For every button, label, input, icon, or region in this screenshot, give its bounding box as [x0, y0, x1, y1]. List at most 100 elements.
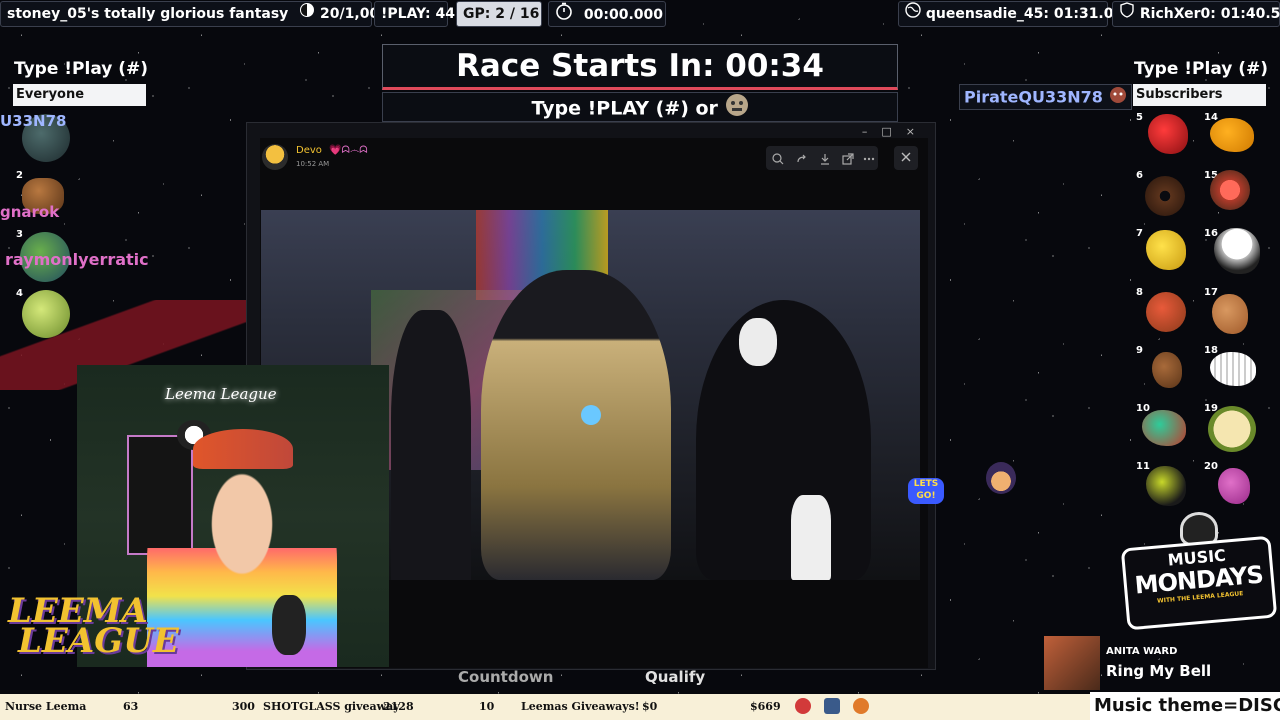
rank-number: 4: [16, 288, 23, 299]
ticker-giveaway: SHOTGLASS giveaway: [263, 700, 400, 713]
witch-racer: [986, 462, 1016, 494]
rank-number: 8: [1136, 287, 1143, 298]
race-instruction: Type !PLAY (#) or: [382, 92, 898, 122]
now-playing-artist: ANITA WARD: [1106, 646, 1178, 657]
rank-number: 9: [1136, 345, 1143, 356]
rank-number: 2: [16, 170, 23, 181]
top-stats-bar: stoney_05's totally glorious fantasy 20/…: [0, 0, 1280, 28]
ticker-count-1: 63: [123, 700, 139, 713]
cosplayer-left: [391, 310, 471, 580]
lollipop-racer: [1218, 468, 1250, 504]
window-controls: –□×: [862, 125, 929, 138]
ticker-count-2: 300: [232, 700, 255, 713]
player-name-1: U33N78: [0, 112, 67, 130]
streamer-hair: [193, 429, 293, 469]
player-avatar-icon: [1109, 86, 1127, 110]
cake-racer: [1208, 406, 1256, 452]
player-name-3: raymonlyerratic: [5, 250, 149, 269]
close-window-icon[interactable]: ×: [906, 125, 929, 138]
viewer-toolbar: [766, 146, 878, 170]
right-panel-title: Type !Play (#): [1134, 59, 1269, 79]
race-title-box: stoney_05's totally glorious fantasy 20/…: [0, 1, 389, 27]
leema-league-logo: LEEMA LEAGUE: [8, 594, 179, 661]
maximize-icon[interactable]: □: [881, 125, 905, 138]
record-button-icon[interactable]: [795, 698, 811, 714]
skull-mask: [739, 318, 777, 366]
open-external-icon[interactable]: [841, 151, 855, 170]
more-icon[interactable]: [863, 151, 875, 170]
microphone: [272, 595, 306, 655]
race-timer: 00:00.000: [583, 7, 663, 23]
drumstick-racer: [1152, 352, 1182, 388]
app-icon[interactable]: [824, 698, 840, 714]
sender-name-row: Devo 💗ᗣ෴ᗣ: [296, 145, 368, 156]
race-instruction-text: Type !PLAY (#) or: [531, 97, 718, 120]
subscriber-name: PirateQU33N78: [964, 87, 1103, 107]
rank-number: 18: [1204, 345, 1218, 356]
minimize-icon[interactable]: –: [862, 125, 882, 138]
zoom-icon[interactable]: [771, 151, 785, 170]
shield-icon: [1119, 2, 1135, 26]
grapefruit-racer: [1210, 170, 1250, 210]
record-box-2: RichXer0: 01:40.528: [1112, 1, 1280, 27]
album-art: [1044, 636, 1100, 690]
play-count: !PLAY: 44: [374, 1, 455, 27]
gingerbread-racer: [1212, 294, 1248, 334]
cosplayer-reaper: [696, 300, 871, 580]
ticker-amount-2: $669: [750, 700, 781, 713]
watermelon-racer: [1142, 410, 1186, 446]
race-title: stoney_05's totally glorious fantasy: [7, 6, 289, 22]
rank-number: 7: [1136, 228, 1143, 239]
player-name-2: gnarok: [0, 203, 60, 221]
strawberry-racer: [1148, 114, 1188, 154]
sender-name[interactable]: Devo: [296, 145, 322, 156]
cosplayer-armored: [481, 270, 671, 580]
neon-sign: Leema League: [165, 385, 277, 403]
bottom-ticker: Nurse Leema 63 300 SHOTGLASS giveaway 21…: [0, 694, 1090, 720]
music-mondays-badge: MUSIC MONDAYS WITH THE LEEMA LEAGUE: [1120, 512, 1278, 640]
rss-icon[interactable]: [853, 698, 869, 714]
download-icon[interactable]: [818, 151, 832, 170]
ticker-count-4: 10: [479, 700, 495, 713]
rank-number: 20: [1204, 461, 1218, 472]
close-icon: [901, 152, 911, 162]
qualify-label: Qualify: [645, 668, 706, 686]
rank-number: 10: [1136, 403, 1150, 414]
subscriber-name-box: PirateQU33N78: [959, 84, 1132, 110]
personal-record: RichXer0: 01:40.528: [1139, 6, 1280, 22]
rank-number: 3: [16, 229, 23, 240]
ticker-giveaways: Leemas Giveaways!: [521, 700, 640, 713]
music-theme-marquee: Music theme=DISCO: [1090, 692, 1280, 720]
record-box-1: queensadie_45: 01:31.067: [898, 1, 1133, 27]
race-timer-box: 00:00.000: [548, 1, 666, 27]
avocado-racer: [1146, 466, 1186, 506]
message-time: 10:52 AM: [296, 160, 330, 168]
world-record: queensadie_45: 01:31.067: [925, 6, 1133, 22]
coin-icon: [299, 2, 315, 26]
emote-icon: [725, 93, 749, 125]
countdown-label: Countdown: [458, 668, 554, 686]
donut-racer: [1145, 176, 1185, 216]
left-panel-tag: Everyone: [13, 84, 146, 106]
sender-badge: 💗ᗣ෴ᗣ: [329, 145, 368, 156]
armor-gem: [581, 405, 601, 425]
left-panel-title: Type !Play (#): [14, 59, 149, 79]
forward-icon[interactable]: [795, 151, 809, 170]
lets-go-sticker: LETS GO!: [908, 478, 944, 504]
globe-icon: [905, 2, 921, 26]
race-countdown-banner: Race Starts In: 00:34: [382, 44, 898, 90]
rank-number: 17: [1204, 287, 1218, 298]
stopwatch-icon: [555, 2, 573, 28]
pizza-racer: [1146, 292, 1186, 332]
white-bag: [791, 495, 831, 580]
ticker-name: Nurse Leema: [5, 700, 87, 713]
gp-counter: GP: 2 / 16: [456, 1, 542, 27]
close-viewer-button[interactable]: [894, 146, 918, 170]
cheese-racer: [1146, 230, 1186, 270]
nugget-racer: [1210, 118, 1254, 152]
rank-number: 11: [1136, 461, 1150, 472]
right-panel-tag: Subscribers: [1133, 84, 1266, 106]
ticker-count-3: 2128: [383, 700, 414, 713]
sender-avatar[interactable]: [262, 144, 288, 170]
logo-bottom: LEAGUE: [18, 621, 179, 661]
